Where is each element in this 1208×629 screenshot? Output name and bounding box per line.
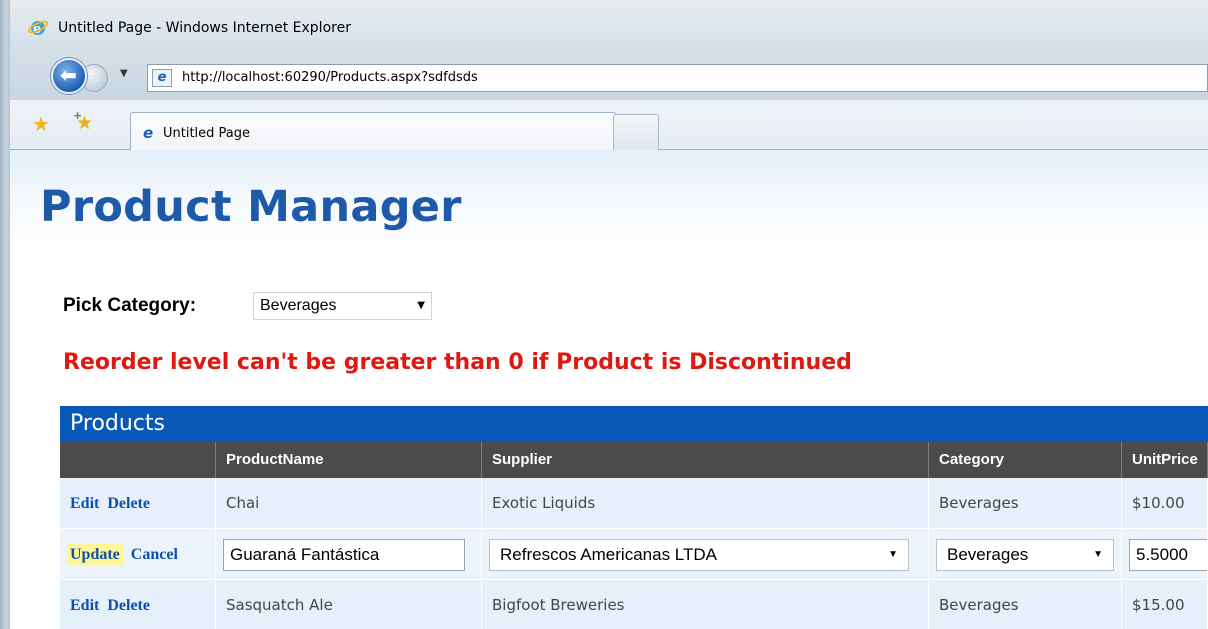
delete-link[interactable]: Delete xyxy=(107,597,150,614)
product-name-cell: Chai xyxy=(216,478,482,528)
grid-caption: Products xyxy=(60,406,1208,442)
page-title: Product Manager xyxy=(40,182,462,232)
add-favorites-icon[interactable]: ★ + xyxy=(73,109,93,134)
navigation-bar: ➜ ⬅ ▼ e http://localhost:60290/Products.… xyxy=(10,55,1208,100)
tab-untitled-page[interactable]: e Untitled Page xyxy=(130,112,616,151)
row-commands: Update Cancel xyxy=(60,529,216,579)
back-arrow-icon: ⬅ xyxy=(60,63,77,87)
new-tab-button[interactable] xyxy=(613,114,659,151)
product-name-cell: Sasquatch Ale xyxy=(216,580,482,629)
table-row: Edit Delete Chai Exotic Liquids Beverages… xyxy=(60,478,1208,529)
ie-tab-icon: e xyxy=(143,124,154,142)
category-edit-cell: Beverages ▼ xyxy=(929,529,1122,579)
unit-price-edit-cell: 5.5000 xyxy=(1122,529,1208,579)
back-button[interactable]: ⬅ xyxy=(51,58,87,94)
column-header-unitprice: UnitPrice xyxy=(1122,442,1208,478)
supplier-edit-cell: Refrescos Americanas LTDA ▼ xyxy=(482,529,929,579)
chevron-down-icon: ▼ xyxy=(1093,549,1103,560)
column-header-productname: ProductName xyxy=(216,442,482,478)
column-header-category: Category xyxy=(929,442,1122,478)
supplier-cell: Exotic Liquids xyxy=(482,478,929,528)
chevron-down-icon: ▼ xyxy=(888,549,898,560)
supplier-select-value: Refrescos Americanas LTDA xyxy=(500,545,717,564)
tab-label: Untitled Page xyxy=(163,126,251,141)
edit-link[interactable]: Edit xyxy=(70,597,99,614)
supplier-select[interactable]: Refrescos Americanas LTDA ▼ xyxy=(489,539,909,571)
edit-link[interactable]: Edit xyxy=(70,495,99,512)
page-icon: e xyxy=(152,69,172,87)
title-bar: e Untitled Page - Windows Internet Explo… xyxy=(10,0,1208,55)
column-header-supplier: Supplier xyxy=(482,442,929,478)
recent-pages-chevron-down-icon[interactable]: ▼ xyxy=(120,68,128,79)
supplier-cell: Bigfoot Breweries xyxy=(482,580,929,629)
row-commands: Edit Delete xyxy=(60,478,216,528)
table-row: Edit Delete Sasquatch Ale Bigfoot Breweri… xyxy=(60,580,1208,629)
category-cell: Beverages xyxy=(929,478,1122,528)
ie-logo-icon: e xyxy=(28,20,48,37)
category-select-value: Beverages xyxy=(260,297,337,314)
update-link[interactable]: Update xyxy=(67,544,123,565)
address-bar[interactable]: e http://localhost:60290/Products.aspx?s… xyxy=(147,64,1208,92)
row-commands: Edit Delete xyxy=(60,580,216,629)
window-title: Untitled Page - Windows Internet Explore… xyxy=(58,20,351,36)
window-frame-left xyxy=(0,0,10,629)
category-select[interactable]: Beverages ▼ xyxy=(253,292,432,320)
tab-bar: ★ ★ + e Untitled Page xyxy=(10,100,1208,151)
cancel-link[interactable]: Cancel xyxy=(131,546,178,563)
product-name-edit-cell: Guaraná Fantástica xyxy=(216,529,482,579)
validation-error-message: Reorder level can't be greater than 0 if… xyxy=(63,350,852,375)
category-row-select-value: Beverages xyxy=(947,545,1029,564)
table-row-editing: Update Cancel Guaraná Fantástica Refresco… xyxy=(60,529,1208,580)
delete-link[interactable]: Delete xyxy=(107,495,150,512)
unit-price-cell: $10.00 xyxy=(1122,478,1208,528)
pick-category-label: Pick Category: xyxy=(63,295,197,316)
page-content: Product Manager Pick Category: Beverages… xyxy=(10,150,1208,629)
chevron-down-icon: ▼ xyxy=(417,300,425,311)
category-row-select[interactable]: Beverages ▼ xyxy=(936,539,1114,571)
unit-price-cell: $15.00 xyxy=(1122,580,1208,629)
product-name-input[interactable]: Guaraná Fantástica xyxy=(223,539,465,571)
products-grid: Products ProductName Supplier Category U… xyxy=(60,406,1208,629)
category-cell: Beverages xyxy=(929,580,1122,629)
column-header-commands xyxy=(60,442,216,478)
address-url[interactable]: http://localhost:60290/Products.aspx?sdf… xyxy=(182,70,478,85)
favorites-star-icon[interactable]: ★ xyxy=(32,112,50,136)
forward-arrow-icon: ➜ xyxy=(88,67,101,85)
unit-price-input[interactable]: 5.5000 xyxy=(1129,539,1207,571)
grid-header-row: ProductName Supplier Category UnitPrice xyxy=(60,442,1208,478)
